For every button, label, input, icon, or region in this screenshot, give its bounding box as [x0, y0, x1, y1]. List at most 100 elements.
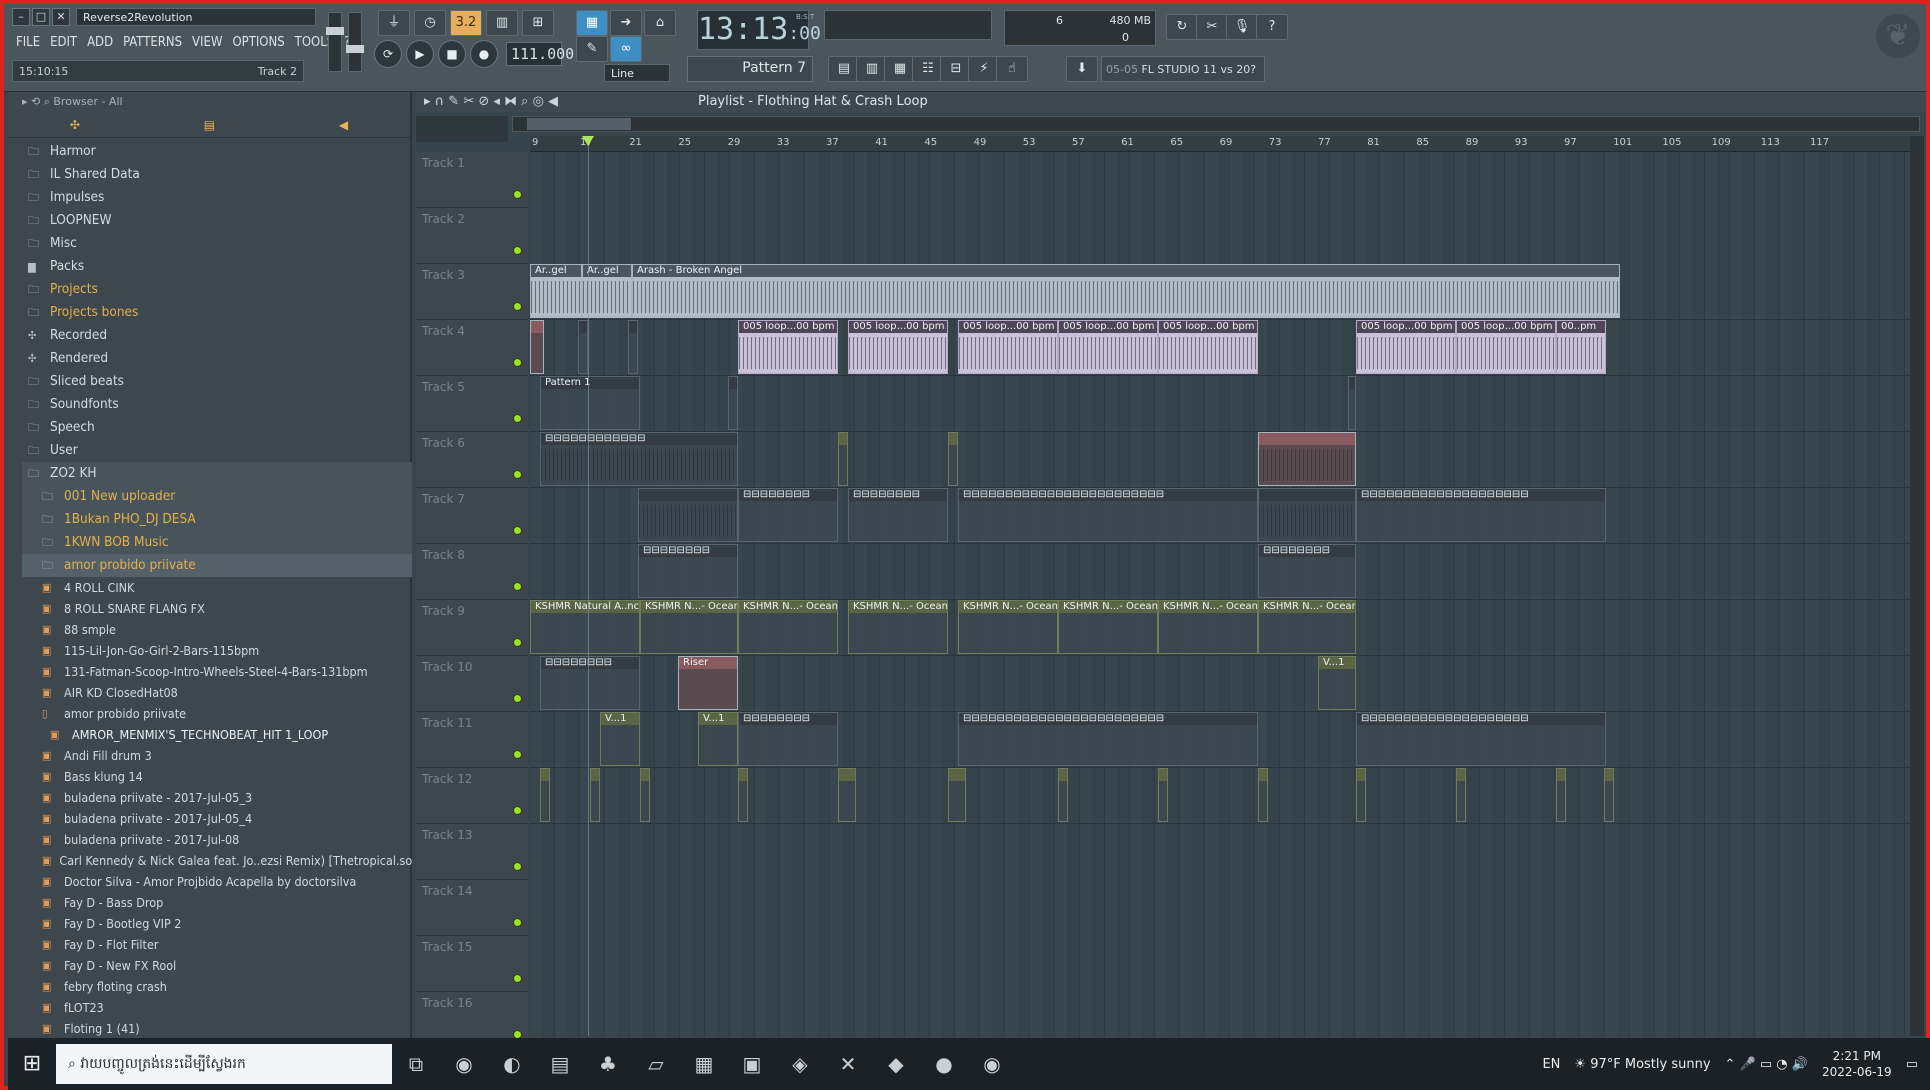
browser-folder[interactable]: 🗀 ZO2 KH [22, 462, 412, 485]
track-header[interactable]: Track 6 [416, 432, 528, 488]
notification-icon[interactable]: ▭ [1906, 1057, 1918, 1072]
link-icon[interactable]: ∞ [610, 36, 642, 62]
browser-subfolder[interactable]: 🗀 1KWN BOB Music [22, 531, 412, 554]
track-mute-led[interactable] [513, 526, 522, 535]
browser-folder[interactable]: ▆ Packs [22, 255, 412, 278]
audio-clip[interactable]: KSHMR N...- Ocean [640, 600, 738, 654]
browser-folder[interactable]: 🗀 Speech [22, 416, 412, 439]
audio-clip[interactable]: V...1 [600, 712, 640, 766]
pattern-clip[interactable] [1348, 376, 1356, 430]
browser-folder[interactable]: ✣ Recorded [22, 324, 412, 347]
sample-clip[interactable] [1158, 768, 1168, 822]
sample-clip[interactable] [738, 768, 748, 822]
browser-file[interactable]: ▣ Doctor Silva - Amor Projbido Acapella b… [22, 871, 412, 892]
playlist-vscrollbar[interactable] [1910, 136, 1924, 1036]
sample-clip[interactable] [838, 768, 856, 822]
track-header[interactable]: Track 2 [416, 208, 528, 264]
browser-folder[interactable]: 🗀 Sliced beats [22, 370, 412, 393]
browser-file[interactable]: ▣ Fay D - New FX Rool [22, 955, 412, 976]
track-header[interactable]: Track 7 [416, 488, 528, 544]
sample-clip[interactable] [948, 768, 966, 822]
audio-clip[interactable]: Arash - Broken Angel [632, 264, 1620, 318]
cross-app-icon[interactable]: ✕ [824, 1040, 872, 1088]
audio-clip[interactable]: KSHMR N...- Ocean [1258, 600, 1356, 654]
track-mute-led[interactable] [513, 862, 522, 871]
track-header[interactable]: Track 4 [416, 320, 528, 376]
track-header[interactable]: Track 15 [416, 936, 528, 992]
wait-input-icon[interactable]: ⌂ [644, 10, 676, 36]
track-mute-led[interactable] [513, 974, 522, 983]
sample-clip[interactable] [1058, 768, 1068, 822]
browser-tab-speaker-icon[interactable]: ◀ [339, 118, 348, 132]
browser-folder[interactable]: 🗀 User [22, 439, 412, 462]
menu-file[interactable]: FILE [12, 34, 44, 51]
blend-notes-icon[interactable]: ⊞ [522, 10, 554, 36]
playlist-snap-tools[interactable] [416, 116, 508, 142]
file-explorer-icon[interactable]: ▤ [536, 1040, 584, 1088]
pattern-clip[interactable]: ⊟⊟⊟⊟⊟⊟⊟⊟⊟⊟⊟⊟⊟⊟⊟⊟⊟⊟⊟⊟ [1356, 712, 1606, 766]
track-mute-led[interactable] [513, 414, 522, 423]
windows-start-icon[interactable]: ⊞ [8, 1040, 56, 1088]
language-indicator[interactable]: EN [1542, 1057, 1560, 1072]
pat-song-icon[interactable]: ⏚ [378, 10, 410, 36]
metronome-icon[interactable]: ◷ [414, 10, 446, 36]
menu-patterns[interactable]: PATTERNS [119, 34, 186, 51]
mic-icon[interactable]: 🎙 [1226, 14, 1258, 40]
browser-file[interactable]: ▣ Fay D - Bass Drop [22, 892, 412, 913]
step-edit-icon[interactable]: ▥ [486, 10, 518, 36]
scrollbar-thumb[interactable] [527, 118, 631, 130]
playlist-hscrollbar[interactable] [512, 116, 1920, 132]
track-header[interactable]: Track 13 [416, 824, 528, 880]
track-mute-led[interactable] [513, 190, 522, 199]
track-header[interactable]: Track 12 [416, 768, 528, 824]
pattern-clip[interactable]: ⊟⊟⊟⊟⊟⊟⊟⊟ [738, 488, 838, 542]
audio-editor-icon[interactable]: ◈ [776, 1040, 824, 1088]
browser-file[interactable]: ▣ 4 ROLL CINK [22, 577, 412, 598]
audio-clip[interactable]: KSHMR N...- Ocean [738, 600, 838, 654]
track-mute-led[interactable] [513, 806, 522, 815]
sample-clip[interactable] [590, 768, 600, 822]
track-header[interactable]: Track 11 [416, 712, 528, 768]
pattern-clip[interactable] [1258, 488, 1356, 542]
capture-icon[interactable]: ▣ [728, 1040, 776, 1088]
browser-folder[interactable]: ✣ Rendered [22, 347, 412, 370]
browser-file[interactable]: ▣ fLOT23 [22, 997, 412, 1018]
audio-clip[interactable]: Ar..gel [582, 264, 632, 318]
audio-clip[interactable]: KSHMR N...- Ocean [1158, 600, 1258, 654]
browser-folder[interactable]: 🗀 Projects [22, 278, 412, 301]
tempo-display[interactable]: 111.000 [506, 42, 574, 66]
sample-clip[interactable] [530, 320, 544, 374]
track-mute-led[interactable] [513, 750, 522, 759]
browser-file[interactable]: ▣ buladena priivate - 2017-Jul-05_4 [22, 808, 412, 829]
pattern-clip[interactable] [578, 320, 588, 374]
track-mute-led[interactable] [513, 638, 522, 647]
snap-select[interactable]: Line [604, 64, 670, 82]
stop-icon[interactable]: ■ [438, 40, 466, 68]
browser-folder[interactable]: 🗀 Impulses [22, 186, 412, 209]
audio-clip[interactable]: 00..pm [1556, 320, 1606, 374]
audio-clip[interactable]: Riser [678, 656, 738, 710]
browser-file[interactable]: ▣ 115-Lil-Jon-Go-Girl-2-Bars-115bpm [22, 640, 412, 661]
pattern-clip[interactable]: ⊟⊟⊟⊟⊟⊟⊟⊟ [738, 712, 838, 766]
track-header[interactable]: Track 14 [416, 880, 528, 936]
sample-clip[interactable] [1604, 768, 1614, 822]
browser-file[interactable]: ▣ Floting 1 (41) [22, 1018, 412, 1039]
pattern-clip[interactable] [948, 432, 958, 486]
browser-file[interactable]: ▣ AIR KD ClosedHat08 [22, 682, 412, 703]
browser-folder[interactable]: 🗀 Harmor [22, 140, 412, 163]
audio-clip[interactable]: 005 loop...00 bpm [1158, 320, 1258, 374]
audio-clip[interactable]: KSHMR N...- Ocean [1058, 600, 1158, 654]
browser-file[interactable]: ▣ 131-Fatman-Scoop-Intro-Wheels-Steel-4-B… [22, 661, 412, 682]
audio-clip[interactable]: V...1 [698, 712, 738, 766]
audio-clip[interactable]: 005 loop...00 bpm [958, 320, 1058, 374]
track-mute-led[interactable] [513, 246, 522, 255]
audio-clip[interactable]: 005 loop...00 bpm [1456, 320, 1556, 374]
audio-clip[interactable]: KSHMR Natural A..nce [530, 600, 640, 654]
minimize-icon[interactable]: – [12, 8, 30, 26]
pattern-clip[interactable] [628, 320, 638, 374]
pattern-clip[interactable] [1258, 432, 1356, 486]
loop-mode-icon[interactable]: ⟳ [374, 40, 402, 68]
browser-file[interactable]: ▣ AMROR_MENMIX'S_TECHNOBEAT_HIT 1_LOOP [22, 724, 412, 745]
sample-clip[interactable] [1456, 768, 1466, 822]
pattern-clip[interactable] [638, 488, 738, 542]
